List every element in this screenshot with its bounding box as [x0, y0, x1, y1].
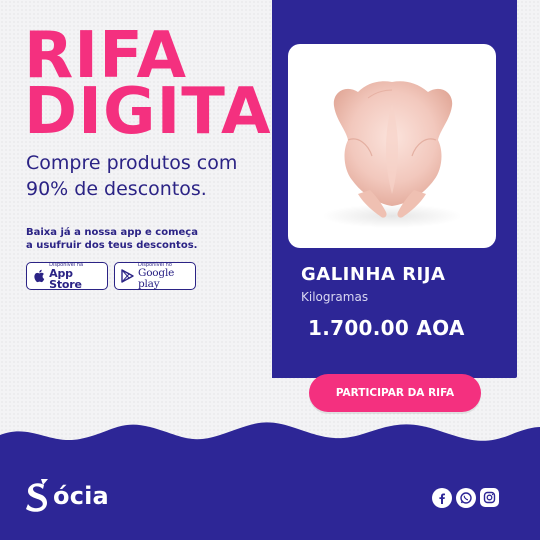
socia-logo-icon [26, 479, 48, 512]
subheadline-line-2: 90% de descontos. [26, 178, 207, 200]
facebook-icon[interactable] [432, 488, 452, 508]
product-unit: Kilogramas [301, 290, 369, 304]
subheadline-line-1: Compre produtos com [26, 152, 238, 174]
footer-wave [0, 422, 540, 540]
product-name: GALINHA RIJA [301, 264, 446, 285]
app-info-text: Baixa já a nossa app e começa a usufruir… [26, 226, 246, 252]
google-play-label: Google play [138, 267, 175, 290]
brand-logo: ócia [24, 476, 109, 516]
app-store-label: App Store [49, 266, 82, 291]
subheadline: Compre produtos com 90% de descontos. [26, 150, 276, 202]
headline: RIFA DIGITAL [24, 24, 314, 149]
google-play-badge[interactable]: Disponível no Google play [114, 262, 196, 290]
app-store-badge[interactable]: Disponível na App Store [26, 262, 108, 290]
social-links [432, 488, 499, 508]
product-image-card [288, 44, 496, 248]
brand-name: ócia [53, 482, 109, 510]
whatsapp-icon[interactable] [456, 488, 476, 508]
instagram-icon[interactable] [480, 488, 499, 507]
chicken-image [322, 81, 462, 228]
apple-icon [33, 269, 45, 283]
headline-line-2: DIGITAL [24, 75, 314, 149]
product-price: 1.700.00 AOA [308, 316, 465, 340]
play-icon [121, 269, 134, 283]
app-info-line-1: Baixa já a nossa app e começa [26, 227, 198, 238]
app-info-line-2: a usufruir dos teus descontos. [26, 240, 198, 251]
